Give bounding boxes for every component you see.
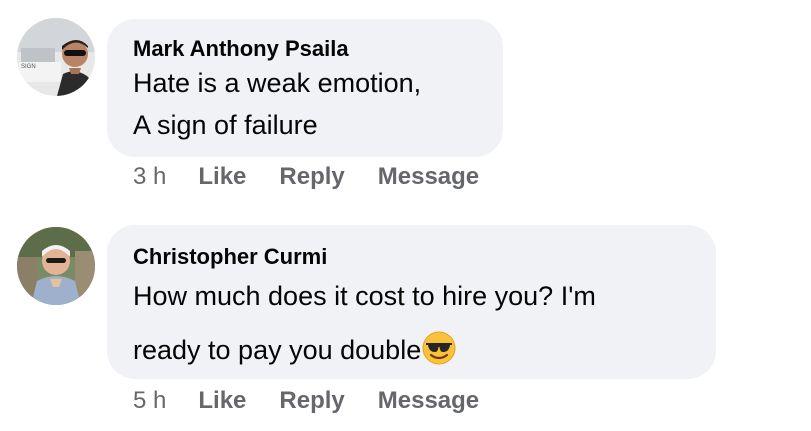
svg-text:SIGN: SIGN [21,64,36,70]
reply-button[interactable]: Reply [279,387,344,415]
profile-photo-sunglasses-man-icon: SIGN [17,18,95,96]
comment-author[interactable]: Mark Anthony Psaila [133,36,349,62]
comment-actions: 3 h Like Reply Message [133,163,512,191]
like-button[interactable]: Like [198,163,246,191]
comment-text-segment: ready to pay you double [133,335,422,365]
avatar[interactable] [17,227,95,305]
comment-text-line: ready to pay you double [133,331,456,372]
comment-item: Christopher Curmi How much does it cost … [0,205,811,431]
comment-timestamp[interactable]: 5 h [133,387,166,415]
reply-button[interactable]: Reply [279,163,344,191]
comment-text-line: A sign of failure [133,110,318,140]
smiling-face-with-sunglasses-emoji-icon [422,331,456,372]
comment-text-line: How much does it cost to hire you? I'm [133,281,596,311]
comment-text-line: Hate is a weak emotion, [133,68,422,98]
message-button[interactable]: Message [378,163,479,191]
like-button[interactable]: Like [198,387,246,415]
comment-item: SIGN Mark Anthony Psaila Hate is a weak … [0,0,811,205]
avatar[interactable]: SIGN [17,18,95,96]
comment-timestamp[interactable]: 3 h [133,163,166,191]
profile-photo-white-haired-man-icon [17,227,95,305]
comment-author[interactable]: Christopher Curmi [133,244,327,270]
comment-actions: 5 h Like Reply Message [133,387,512,415]
message-button[interactable]: Message [378,387,479,415]
